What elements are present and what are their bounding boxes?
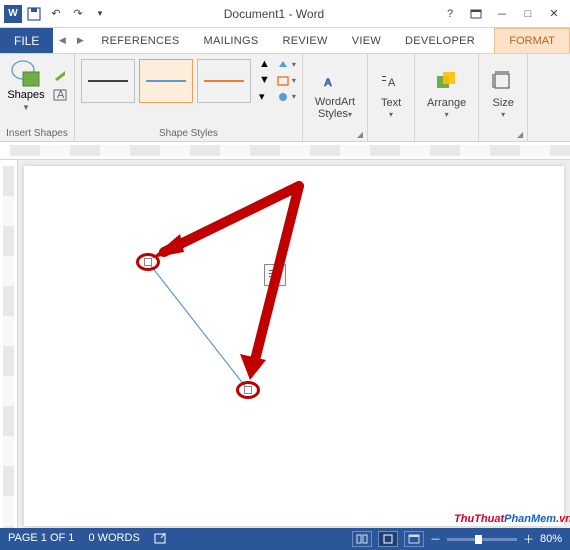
group-arrange: Arrange ▾ <box>415 54 479 141</box>
status-proofing-icon[interactable] <box>154 532 168 547</box>
group-label-size: ◢ <box>485 137 521 139</box>
svg-text:A: A <box>388 77 396 89</box>
print-layout-icon[interactable] <box>378 531 398 547</box>
tab-view[interactable]: VIEW <box>340 28 393 53</box>
title-bar: W ↶ ↷ ▼ Document1 - Word ? － □ ✕ <box>0 0 570 28</box>
zoom-level[interactable]: 80% <box>540 533 562 545</box>
annotation-circle <box>136 253 160 271</box>
read-mode-icon[interactable] <box>352 531 372 547</box>
tab-review[interactable]: REVIEW <box>271 28 340 53</box>
chevron-down-icon: ▼ <box>22 103 30 112</box>
chevron-down-icon: ▾ <box>445 110 449 119</box>
shapes-button[interactable]: Shapes ▼ <box>6 58 46 112</box>
maximize-icon[interactable]: □ <box>516 4 540 24</box>
tab-mailings[interactable]: MAILINGS <box>192 28 271 53</box>
tab-nav-right-icon[interactable]: ▶ <box>71 28 89 53</box>
arrange-label: Arrange <box>427 97 466 109</box>
group-label-wordart: ◢ <box>309 137 361 139</box>
edit-shape-icon[interactable] <box>52 68 68 82</box>
status-bar: PAGE 1 OF 1 0 WORDS － ＋ 80% <box>0 528 570 550</box>
shape-outline-icon[interactable]: ▾ <box>276 75 296 87</box>
group-insert-shapes: Shapes ▼ A Insert Shapes <box>0 54 75 141</box>
wordart-label: WordArtStyles▾ <box>315 96 355 120</box>
zoom-out-icon[interactable]: － <box>430 531 441 547</box>
drawn-line-shape[interactable] <box>148 262 248 390</box>
size-button[interactable]: Size ▾ <box>485 58 521 126</box>
status-words[interactable]: 0 WORDS <box>88 532 139 547</box>
text-label: Text <box>381 97 401 109</box>
shapes-label: Shapes <box>7 89 44 101</box>
group-shape-styles: ▲ ▼ ▾ ▾ ▾ ▾ Shape Styles <box>75 54 303 141</box>
group-wordart: A WordArtStyles▾ ◢ <box>303 54 368 141</box>
shape-style-3[interactable] <box>197 59 251 103</box>
tab-references[interactable]: REFERENCES <box>89 28 191 53</box>
group-size: Size ▾ ◢ <box>479 54 528 141</box>
gallery-up-icon[interactable]: ▲ <box>259 58 270 70</box>
vertical-ruler[interactable] <box>0 160 18 532</box>
save-icon[interactable] <box>24 4 44 24</box>
svg-text:A: A <box>57 89 65 101</box>
shape-fill-icon[interactable]: ▾ <box>276 59 296 71</box>
tab-format[interactable]: FORMAT <box>494 28 570 53</box>
chevron-down-icon: ▾ <box>501 110 505 119</box>
shape-style-2[interactable] <box>139 59 193 103</box>
status-page[interactable]: PAGE 1 OF 1 <box>8 532 74 547</box>
tab-nav-left-icon[interactable]: ◀ <box>53 28 71 53</box>
page-canvas[interactable] <box>24 166 564 526</box>
help-icon[interactable]: ? <box>438 4 462 24</box>
chevron-down-icon: ▾ <box>389 110 393 119</box>
svg-text:A: A <box>324 77 332 89</box>
window-title: Document1 - Word <box>110 7 438 21</box>
annotation-circle <box>236 381 260 399</box>
arrange-button[interactable]: Arrange ▾ <box>421 58 472 126</box>
shape-style-1[interactable] <box>81 59 135 103</box>
ribbon-options-icon[interactable] <box>464 4 488 24</box>
zoom-in-icon[interactable]: ＋ <box>523 531 534 547</box>
ribbon: Shapes ▼ A Insert Shapes ▲ ▼ ▾ ▾ ▾ ▾ <box>0 54 570 142</box>
wordart-styles-button[interactable]: A WordArtStyles▾ <box>309 58 361 126</box>
annotation-arrows <box>24 166 564 526</box>
minimize-icon[interactable]: － <box>490 4 514 24</box>
ribbon-tabs: FILE ◀ ▶ REFERENCES MAILINGS REVIEW VIEW… <box>0 28 570 54</box>
tab-developer[interactable]: DEVELOPER <box>393 28 487 53</box>
group-text: A Text ▾ <box>368 54 415 141</box>
dialog-launcher-icon[interactable]: ◢ <box>357 130 363 139</box>
qat-customize-icon[interactable]: ▼ <box>90 4 110 24</box>
close-icon[interactable]: ✕ <box>542 4 566 24</box>
text-button[interactable]: A Text ▾ <box>374 58 408 126</box>
group-label-insert-shapes: Insert Shapes <box>6 126 68 139</box>
document-area <box>0 160 570 532</box>
tab-file[interactable]: FILE <box>0 28 53 53</box>
group-label-shape-styles: Shape Styles <box>81 126 296 139</box>
zoom-slider[interactable] <box>447 538 517 541</box>
layout-options-icon[interactable] <box>264 264 286 286</box>
undo-icon[interactable]: ↶ <box>46 4 66 24</box>
watermark-text: ThuThuatPhanMem.vn <box>454 505 570 528</box>
dialog-launcher-icon[interactable]: ◢ <box>517 130 523 139</box>
gallery-down-icon[interactable]: ▼ <box>259 74 270 86</box>
redo-icon[interactable]: ↷ <box>68 4 88 24</box>
text-box-icon[interactable]: A <box>52 88 68 102</box>
size-label: Size <box>492 97 513 109</box>
web-layout-icon[interactable] <box>404 531 424 547</box>
gallery-more-icon[interactable]: ▾ <box>259 90 270 103</box>
shape-effects-icon[interactable]: ▾ <box>276 91 296 103</box>
horizontal-ruler[interactable] <box>0 142 570 160</box>
word-app-icon: W <box>4 5 22 23</box>
